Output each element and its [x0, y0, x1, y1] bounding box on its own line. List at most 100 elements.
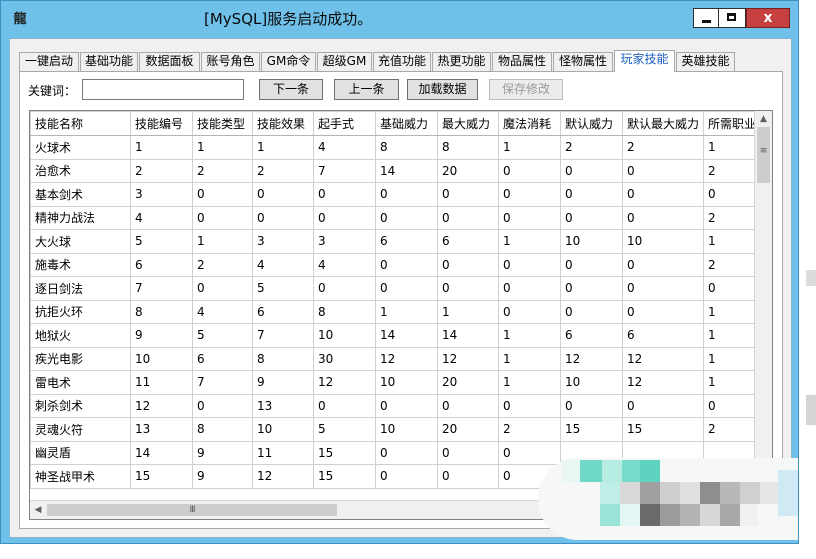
table-cell[interactable]: 4	[192, 299, 253, 324]
table-cell[interactable]: 0	[375, 276, 438, 301]
table-cell[interactable]: 基本剑术	[30, 182, 131, 207]
table-cell[interactable]: 0	[313, 276, 376, 301]
tab-item-attributes[interactable]: 物品属性	[492, 52, 552, 71]
table-cell[interactable]: 神圣战甲术	[30, 464, 131, 489]
table-cell[interactable]: 8	[130, 299, 193, 324]
table-cell[interactable]: 0	[375, 182, 438, 207]
table-cell[interactable]: 15	[313, 464, 376, 489]
column-header[interactable]: 魔法消耗	[498, 111, 561, 136]
tab-monster-attributes[interactable]: 怪物属性	[553, 52, 613, 71]
table-cell[interactable]: 13	[252, 393, 314, 418]
table-cell[interactable]: 0	[560, 299, 623, 324]
table-cell[interactable]: 15	[622, 417, 704, 442]
maximize-button[interactable]	[719, 8, 746, 28]
scroll-up-icon[interactable]: ▲	[755, 111, 772, 127]
table-cell[interactable]: 0	[375, 464, 438, 489]
table-cell[interactable]: 6	[437, 229, 499, 254]
table-cell[interactable]: 9	[252, 370, 314, 395]
table-cell[interactable]: 0	[313, 393, 376, 418]
table-cell[interactable]: 8	[252, 346, 314, 371]
table-cell[interactable]: 0	[498, 276, 561, 301]
table-cell[interactable]: 0	[622, 205, 704, 230]
table-cell[interactable]: 1	[498, 135, 561, 160]
keyword-input[interactable]	[82, 79, 244, 100]
table-cell[interactable]: 9	[130, 323, 193, 348]
table-cell[interactable]: 地狱火	[30, 323, 131, 348]
column-header[interactable]: 起手式	[313, 111, 376, 136]
table-cell[interactable]: 20	[437, 158, 499, 183]
table-cell[interactable]: 10	[313, 323, 376, 348]
table-cell[interactable]: 14	[375, 158, 438, 183]
table-cell[interactable]: 5	[252, 276, 314, 301]
table-cell[interactable]: 0	[313, 205, 376, 230]
table-cell[interactable]: 0	[252, 182, 314, 207]
table-cell[interactable]: 0	[622, 393, 704, 418]
table-cell[interactable]: 0	[437, 205, 499, 230]
table-cell[interactable]: 0	[498, 158, 561, 183]
table-cell[interactable]: 12	[375, 346, 438, 371]
table-cell[interactable]: 0	[437, 440, 499, 465]
table-cell[interactable]: 10	[560, 370, 623, 395]
tab-recharge[interactable]: 充值功能	[373, 52, 431, 71]
table-cell[interactable]: 0	[622, 182, 704, 207]
table-cell[interactable]: 7	[313, 158, 376, 183]
column-header[interactable]: 基础威力	[375, 111, 438, 136]
title-bar[interactable]: 龍 [MySQL]服务启动成功。 x	[1, 1, 798, 37]
table-cell[interactable]: 14	[375, 323, 438, 348]
column-header[interactable]: 技能效果	[252, 111, 314, 136]
table-cell[interactable]: 1	[252, 135, 314, 160]
table-cell[interactable]: 0	[622, 276, 704, 301]
table-cell[interactable]: 1	[437, 299, 499, 324]
column-header[interactable]: 默认威力	[560, 111, 623, 136]
table-cell[interactable]: 6	[252, 299, 314, 324]
table-cell[interactable]: 1	[130, 135, 193, 160]
table-cell[interactable]: 9	[192, 440, 253, 465]
table-cell[interactable]: 8	[375, 135, 438, 160]
table-cell[interactable]: 13	[130, 417, 193, 442]
table-cell[interactable]: 12	[560, 346, 623, 371]
table-cell[interactable]: 8	[437, 135, 499, 160]
table-cell[interactable]: 2	[192, 252, 253, 277]
table-cell[interactable]: 2	[252, 158, 314, 183]
table-cell[interactable]: 0	[437, 464, 499, 489]
table-cell[interactable]: 15	[130, 464, 193, 489]
table-cell[interactable]: 雷电术	[30, 370, 131, 395]
table-cell[interactable]: 2	[192, 158, 253, 183]
table-cell[interactable]: 15	[560, 417, 623, 442]
table-cell[interactable]: 0	[375, 440, 438, 465]
table-cell[interactable]: 逐日剑法	[30, 276, 131, 301]
scroll-left-icon[interactable]: ◀	[30, 501, 46, 519]
table-cell[interactable]: 6	[622, 323, 704, 348]
column-header[interactable]: 最大威力	[437, 111, 499, 136]
table-cell[interactable]: 20	[437, 370, 499, 395]
table-row[interactable]: 地狱火 9 5 7 10 14 14 1 6 6 1	[30, 323, 764, 348]
table-row[interactable]: 刺杀剑术 12 0 13 0 0 0 0 0 0 0	[30, 393, 764, 418]
table-cell[interactable]: 1	[498, 229, 561, 254]
table-cell[interactable]: 10	[622, 229, 704, 254]
table-cell[interactable]: 12	[437, 346, 499, 371]
table-cell[interactable]: 精神力战法	[30, 205, 131, 230]
table-cell[interactable]: 2	[622, 135, 704, 160]
table-row[interactable]: 雷电术 11 7 9 12 10 20 1 10 12 1	[30, 370, 764, 395]
tab-account-roles[interactable]: 账号角色	[201, 52, 260, 71]
table-cell[interactable]: 1	[192, 135, 253, 160]
table-cell[interactable]: 12	[313, 370, 376, 395]
table-cell[interactable]: 1	[375, 299, 438, 324]
table-cell[interactable]: 灵魂火符	[30, 417, 131, 442]
table-cell[interactable]: 0	[375, 205, 438, 230]
vertical-scroll-thumb[interactable]: ≡	[757, 127, 770, 183]
table-cell[interactable]: 0	[498, 252, 561, 277]
table-cell[interactable]: 抗拒火环	[30, 299, 131, 324]
table-row[interactable]: 抗拒火环 8 4 6 8 1 1 0 0 0 1	[30, 299, 764, 324]
table-cell[interactable]: 2	[498, 417, 561, 442]
tab-basic-functions[interactable]: 基础功能	[80, 52, 138, 71]
table-cell[interactable]: 0	[192, 182, 253, 207]
table-cell[interactable]: 0	[192, 276, 253, 301]
table-cell[interactable]: 11	[252, 440, 314, 465]
table-cell[interactable]: 0	[622, 252, 704, 277]
table-cell[interactable]: 0	[437, 393, 499, 418]
table-cell[interactable]: 3	[313, 229, 376, 254]
table-cell[interactable]: 30	[313, 346, 376, 371]
table-row[interactable]: 灵魂火符 13 8 10 5 10 20 2 15 15 2	[30, 417, 764, 442]
table-cell[interactable]: 2	[130, 158, 193, 183]
